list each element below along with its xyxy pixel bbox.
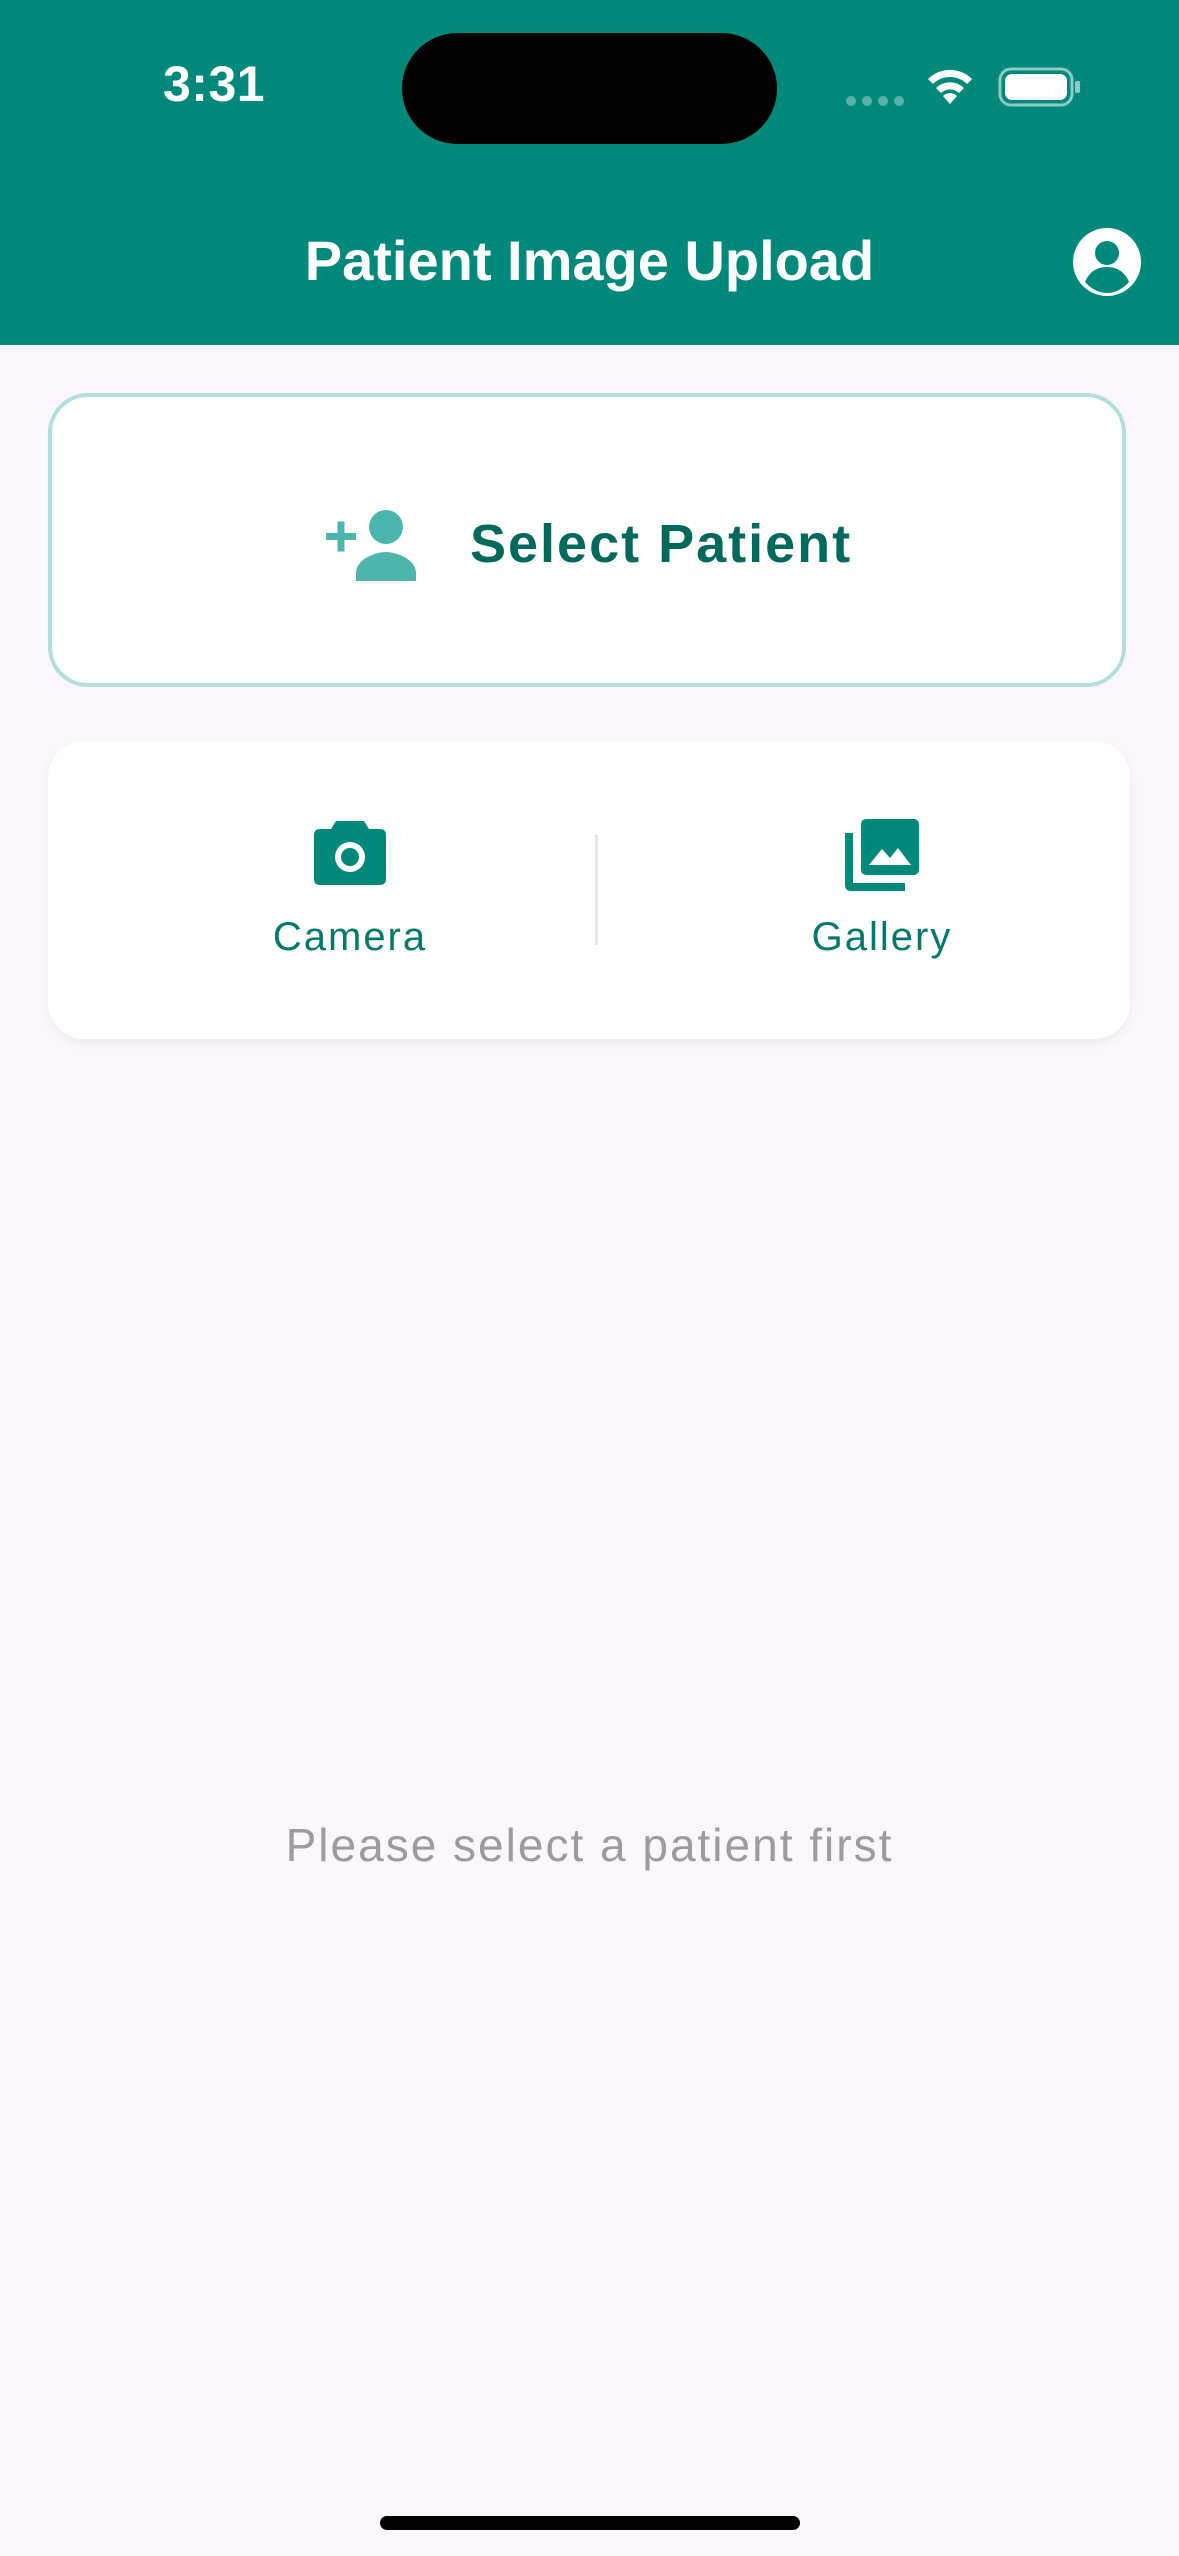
empty-state-message: Please select a patient first (285, 1819, 894, 1871)
dynamic-island (402, 33, 777, 144)
camera-icon (314, 821, 386, 885)
home-indicator[interactable] (380, 2516, 800, 2530)
battery-icon (998, 67, 1080, 107)
status-bar-time: 3:31 (163, 56, 266, 112)
photo-library-icon (845, 819, 919, 891)
wifi-icon (928, 69, 972, 104)
page-title: Patient Image Upload (304, 229, 875, 292)
cellular-signal-icon (846, 96, 904, 106)
account-circle-icon[interactable] (1071, 226, 1143, 298)
camera-label: Camera (272, 915, 428, 959)
gallery-button[interactable]: Gallery (599, 741, 1130, 1039)
gallery-label: Gallery (811, 915, 953, 959)
image-source-card: Camera Gallery (48, 741, 1130, 1039)
select-patient-label: Select Patient (470, 514, 853, 574)
divider (595, 835, 598, 945)
select-patient-button[interactable]: Select Patient (48, 393, 1126, 687)
person-add-icon (326, 510, 416, 581)
app-bar: 3:31 Patient Image Upload (0, 0, 1179, 345)
camera-button[interactable]: Camera (48, 741, 593, 1039)
